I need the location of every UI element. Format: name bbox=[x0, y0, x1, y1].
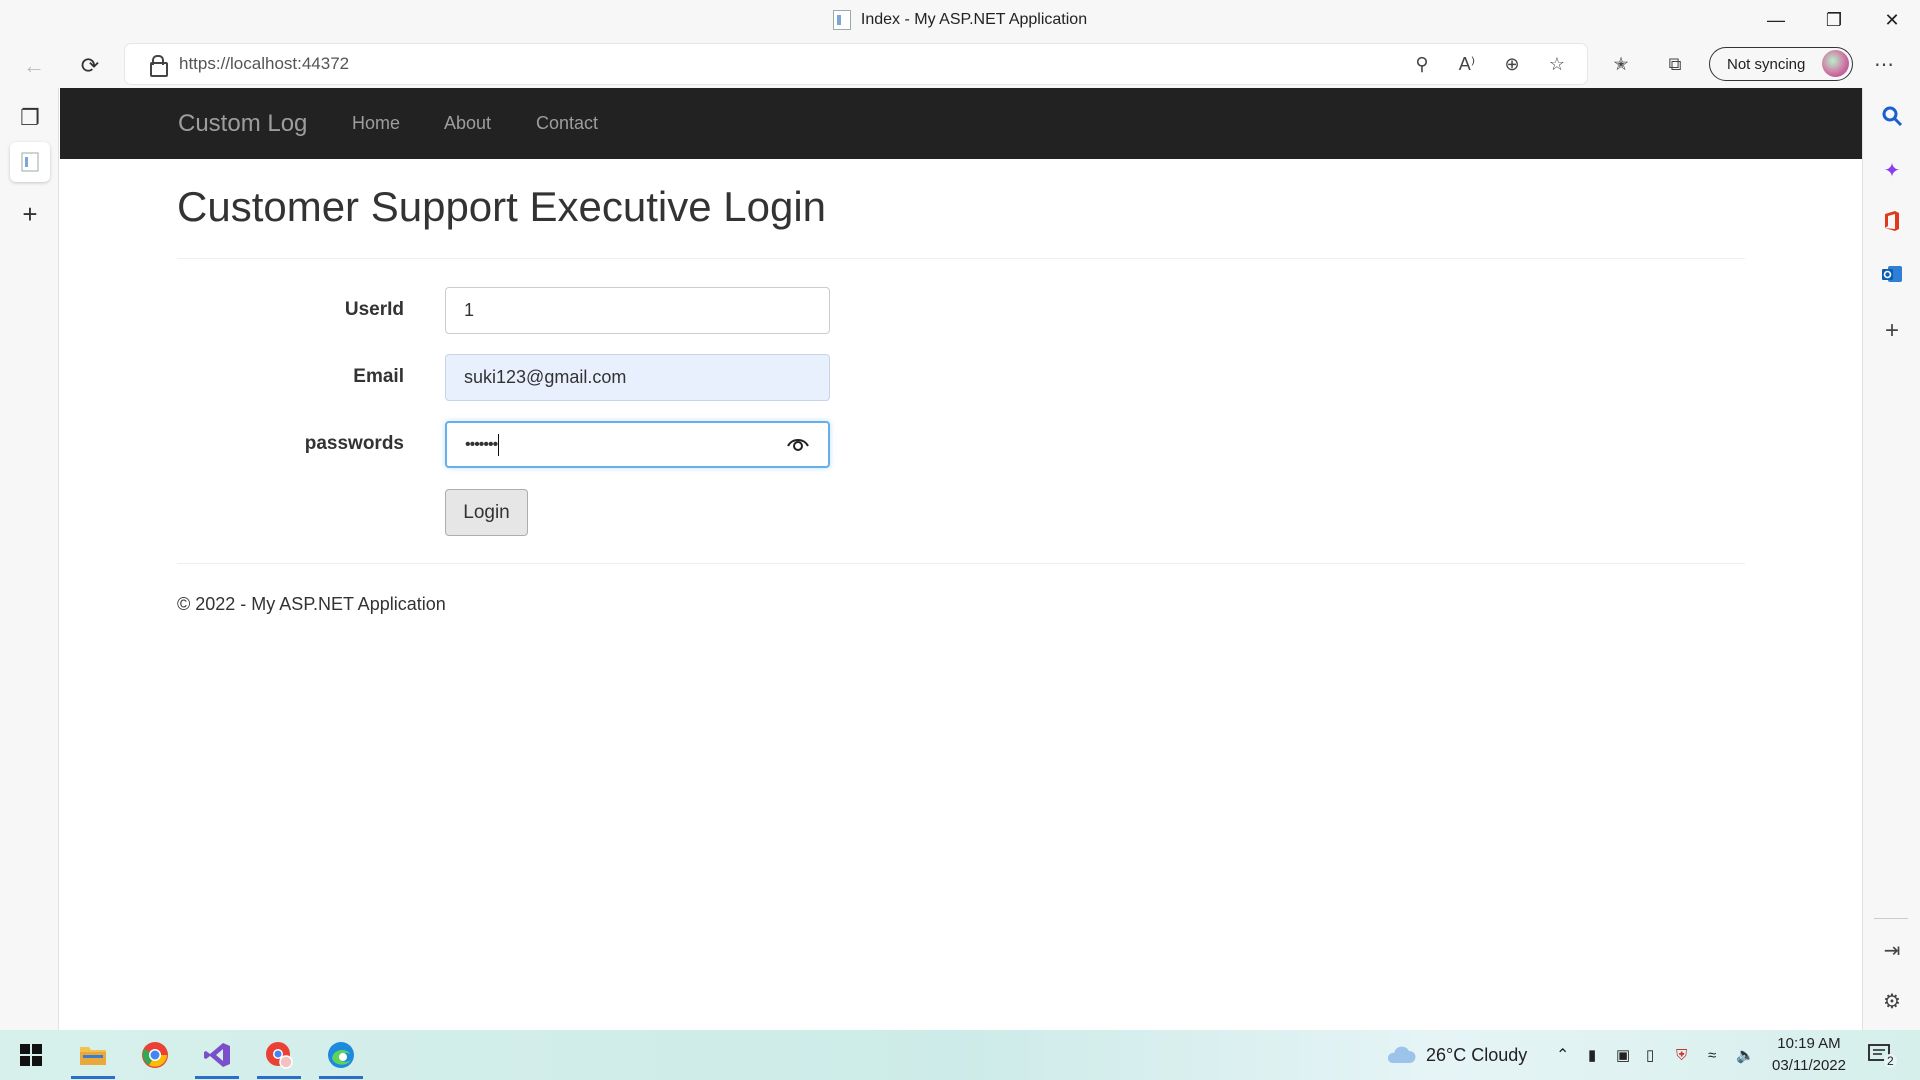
restore-button[interactable]: ❐ bbox=[1806, 0, 1862, 40]
wifi-icon[interactable]: ≈ bbox=[1708, 1030, 1716, 1080]
add-favorite-icon[interactable]: ☆ bbox=[1541, 48, 1573, 80]
collections-icon[interactable]: ⧉ bbox=[1659, 48, 1691, 80]
web-page: Custom Log Home About Contact Customer S… bbox=[60, 88, 1862, 1030]
password-value: ••••••• bbox=[465, 435, 498, 453]
show-hidden-icons-chevron-icon[interactable]: ⌃ bbox=[1556, 1030, 1569, 1080]
sync-label: Not syncing bbox=[1727, 55, 1806, 73]
address-bar[interactable]: https://localhost:44372 bbox=[125, 44, 1587, 84]
more-menu-icon[interactable]: ⋯ bbox=[1868, 48, 1900, 80]
meet-now-icon[interactable]: ▣ bbox=[1616, 1030, 1630, 1080]
weather-text: 26°C Cloudy bbox=[1426, 1044, 1528, 1065]
text-caret bbox=[498, 433, 500, 456]
email-value: suki123@gmail.com bbox=[464, 367, 627, 387]
notifications-icon[interactable]: 2 bbox=[1868, 1030, 1897, 1080]
weather-widget[interactable]: 26°C Cloudy bbox=[1384, 1030, 1527, 1080]
battery-icon[interactable]: ▮ bbox=[1588, 1030, 1596, 1080]
minimize-button[interactable]: — bbox=[1748, 0, 1804, 40]
file-explorer-icon[interactable] bbox=[68, 1035, 118, 1079]
page-footer: © 2022 - My ASP.NET Application bbox=[177, 594, 446, 614]
email-input[interactable]: suki123@gmail.com bbox=[445, 354, 830, 401]
url-text: https://localhost:44372 bbox=[179, 54, 350, 73]
refresh-icon[interactable]: ⟳ bbox=[72, 48, 108, 84]
add-sidebar-app-icon[interactable]: + bbox=[1876, 315, 1908, 347]
cloud-icon bbox=[1387, 1046, 1416, 1063]
settings-gear-icon[interactable]: ⚙ bbox=[1876, 985, 1908, 1017]
email-label: Email bbox=[353, 366, 404, 387]
office-icon[interactable] bbox=[1876, 205, 1908, 237]
notification-count-badge: 2 bbox=[1884, 1054, 1897, 1068]
site-navbar: Custom Log Home About Contact bbox=[60, 88, 1862, 159]
page-title: Customer Support Executive Login bbox=[177, 183, 827, 230]
tab-current-icon[interactable] bbox=[10, 142, 50, 182]
discover-sparkle-icon[interactable]: ✦ bbox=[1876, 154, 1908, 186]
userid-input[interactable]: 1 bbox=[445, 287, 830, 334]
visual-studio-icon[interactable] bbox=[192, 1035, 242, 1079]
window-title: Index - My ASP.NET Application bbox=[860, 11, 1088, 28]
rail-divider bbox=[1874, 918, 1908, 919]
close-button[interactable]: ✕ bbox=[1864, 0, 1920, 40]
clock-time: 10:19 AM bbox=[1777, 1035, 1841, 1052]
site-brand[interactable]: Custom Log bbox=[178, 110, 307, 138]
usb-device-icon[interactable]: ▯ bbox=[1646, 1030, 1654, 1080]
zoom-icon[interactable]: ⊕ bbox=[1496, 48, 1528, 80]
password-key-icon[interactable]: ⚲ bbox=[1406, 48, 1438, 80]
profile-sync-button[interactable]: Not syncing bbox=[1709, 47, 1853, 81]
window-titlebar: Index - My ASP.NET Application bbox=[0, 0, 1920, 40]
avatar bbox=[1822, 50, 1849, 77]
back-arrow-icon[interactable]: ← bbox=[16, 48, 52, 84]
clock-date: 03/11/2022 bbox=[1772, 1057, 1846, 1074]
password-label: passwords bbox=[304, 433, 404, 454]
nav-home-link[interactable]: Home bbox=[352, 113, 400, 134]
favorites-icon[interactable]: ✭ bbox=[1605, 48, 1637, 80]
tab-actions-icon[interactable]: ❐ bbox=[10, 98, 50, 138]
new-tab-icon[interactable]: + bbox=[10, 194, 50, 234]
chrome-profile-icon[interactable] bbox=[254, 1035, 304, 1079]
taskbar-clock[interactable]: 10:19 AM 03/11/2022 bbox=[1766, 1033, 1852, 1077]
lock-icon bbox=[149, 54, 168, 77]
security-alert-icon[interactable]: ⛨ bbox=[1676, 1030, 1687, 1080]
reveal-password-eye-icon[interactable] bbox=[786, 435, 810, 453]
edge-icon[interactable] bbox=[316, 1035, 366, 1079]
login-button[interactable]: Login bbox=[445, 489, 528, 536]
footer-divider bbox=[177, 563, 1745, 564]
windows-start-icon[interactable] bbox=[6, 1035, 56, 1075]
password-input[interactable]: ••••••• bbox=[445, 421, 830, 468]
nav-contact-link[interactable]: Contact bbox=[536, 113, 598, 134]
volume-icon[interactable]: 🔈 bbox=[1736, 1030, 1755, 1080]
hide-sidebar-icon[interactable]: ⇥ bbox=[1876, 934, 1908, 966]
read-aloud-icon[interactable]: A⁾ bbox=[1451, 48, 1483, 80]
chrome-icon[interactable] bbox=[130, 1035, 180, 1075]
nav-about-link[interactable]: About bbox=[444, 113, 491, 134]
userid-value: 1 bbox=[464, 300, 475, 320]
userid-label: UserId bbox=[344, 299, 404, 320]
outlook-icon[interactable] bbox=[1876, 258, 1908, 290]
page-favicon-icon bbox=[832, 10, 851, 30]
search-icon[interactable] bbox=[1876, 100, 1908, 132]
heading-divider bbox=[177, 258, 1745, 259]
